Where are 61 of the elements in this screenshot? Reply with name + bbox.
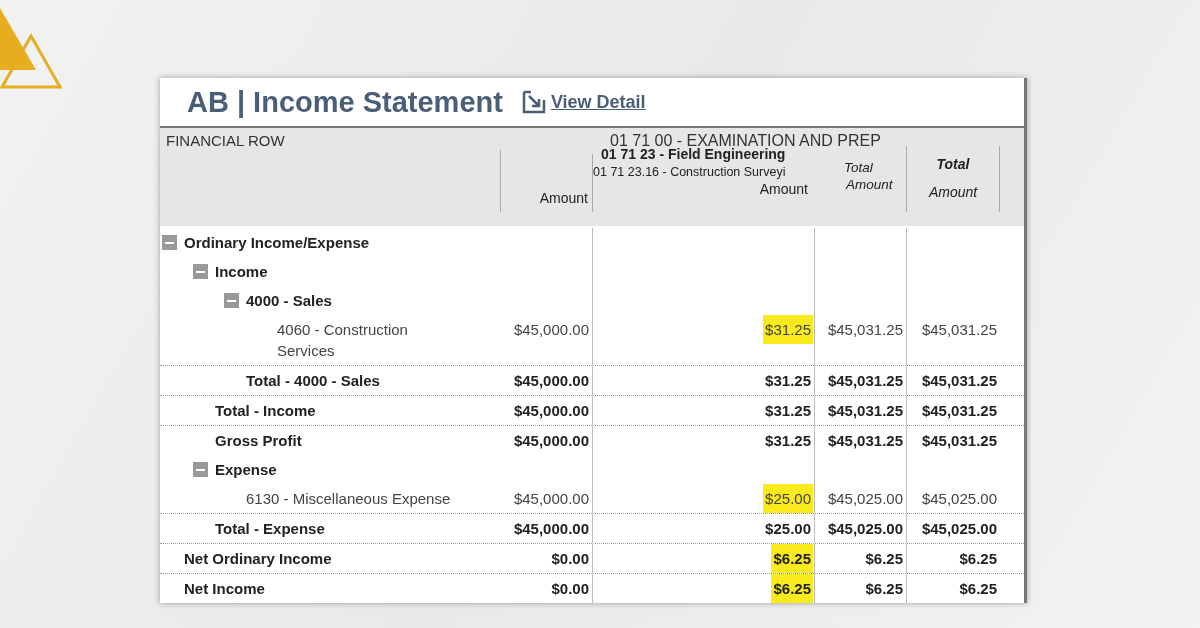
table-cell-text: $45,025.00 [827, 519, 903, 539]
row-label: Income [215, 262, 268, 282]
table-cell-text: $45,031.25 [921, 401, 997, 421]
column-header: 01 71 23 - Field Engineering [600, 146, 787, 162]
collapse-toggle[interactable] [193, 264, 208, 279]
row-label: 4060 - Construction Services [277, 320, 409, 361]
table-cell-text: $45,000.00 [513, 431, 589, 451]
table-cell: $6.25 [771, 574, 813, 603]
column-header: 01 71 23.16 - Construction Surveyi [593, 165, 787, 179]
table-cell-text: $45,000.00 [513, 489, 589, 509]
column-header: Amount [844, 177, 893, 192]
table-cell-text: $6.25 [959, 549, 997, 569]
table-cell-text: $45,025.00 [827, 489, 903, 509]
row-label: Total - Income [215, 401, 316, 421]
table-cell-text: $45,000.00 [513, 320, 589, 340]
row-label: 6130 - Miscellaneous Expense [246, 489, 451, 509]
view-detail-link[interactable]: View Detail [550, 91, 646, 113]
table-cell-text: $6.25 [865, 549, 903, 569]
table-cell: $31.25 [763, 315, 813, 344]
table-cell-text: $45,000.00 [513, 401, 589, 421]
table-cell-text: $31.25 [765, 371, 811, 391]
table-cell: $25.00 [763, 484, 813, 513]
row-label: Ordinary Income/Expense [184, 233, 370, 253]
table-cell-text: $45,025.00 [921, 489, 997, 509]
row-label: Gross Profit [215, 431, 302, 451]
table-cell-text: $6.25 [959, 579, 997, 599]
column-header: Amount [539, 190, 588, 206]
collapse-toggle[interactable] [224, 293, 239, 308]
table-cell-text: $31.25 [765, 401, 811, 421]
table-cell-text: $31.25 [765, 431, 811, 451]
column-header: 01 71 00 - EXAMINATION AND PREP [609, 131, 882, 148]
report-title: AB | Income Statement [187, 85, 503, 119]
row-label: Total - Expense [215, 519, 325, 539]
table-cell-text: $45,031.25 [921, 320, 997, 340]
row-label: Net Ordinary Income [184, 549, 332, 569]
table-cell-text: $0.00 [551, 579, 589, 599]
table-cell-text: $45,000.00 [513, 371, 589, 391]
column-header: Total [936, 156, 970, 172]
table-cell-text: $25.00 [765, 519, 811, 539]
row-label: Expense [215, 460, 277, 480]
table-cell-text: $45,031.25 [827, 320, 903, 340]
collapse-toggle[interactable] [162, 235, 177, 250]
row-label: 4000 - Sales [246, 291, 332, 311]
collapse-toggle[interactable] [193, 462, 208, 477]
table-cell-text: $45,000.00 [513, 519, 589, 539]
table-cell-text: $0.00 [551, 549, 589, 569]
column-header: Amount [928, 184, 978, 200]
row-label: Total - 4000 - Sales [246, 371, 380, 391]
table-cell-text: $45,031.25 [921, 431, 997, 451]
column-header: Total [844, 160, 873, 175]
table-cell: $6.25 [771, 544, 813, 573]
table-cell-text: $45,031.25 [827, 431, 903, 451]
column-header: Amount [758, 181, 809, 197]
table-cell-text: $6.25 [865, 579, 903, 599]
table-cell-text: $45,031.25 [827, 371, 903, 391]
export-arrow-icon[interactable] [520, 90, 547, 114]
table-cell-text: $45,031.25 [921, 371, 997, 391]
column-header: FINANCIAL ROW [165, 131, 286, 151]
table-cell-text: $45,025.00 [921, 519, 997, 539]
table-cell-text: $45,031.25 [827, 401, 903, 421]
row-label: Net Income [184, 579, 265, 599]
